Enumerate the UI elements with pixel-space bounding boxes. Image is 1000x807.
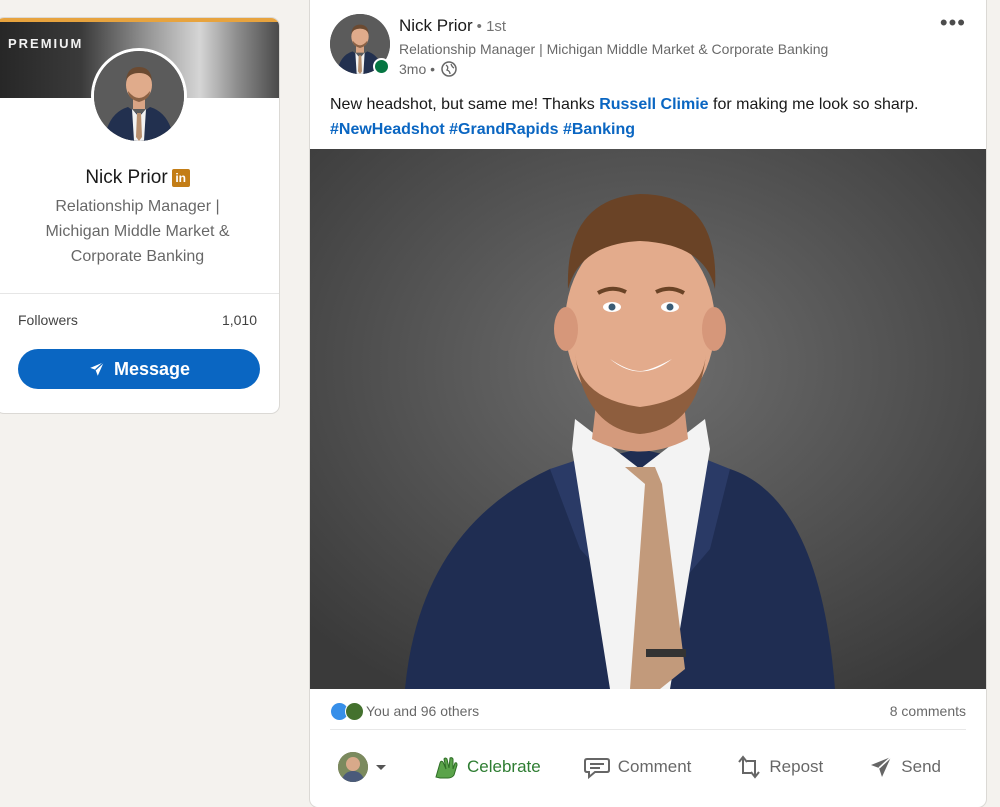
profile-name[interactable]: Nick Prior [85, 167, 167, 188]
mention-link[interactable]: Russell Climie [599, 96, 708, 113]
reaction-icons[interactable] [330, 701, 364, 721]
send-button[interactable]: Send [868, 755, 941, 779]
post-text-before: New headshot, but same me! Thanks [330, 96, 600, 113]
post-image[interactable] [310, 149, 986, 689]
actor-switcher[interactable] [338, 752, 390, 782]
online-status-indicator [373, 58, 390, 75]
comment-label: Comment [617, 757, 692, 776]
post-text: New headshot, but same me! Thanks Russel… [330, 92, 970, 142]
linkedin-premium-icon: in [171, 169, 190, 187]
divider [0, 293, 279, 294]
repost-icon [738, 755, 761, 779]
celebrate-button[interactable]: Celebrate [432, 755, 541, 779]
celebrate-icon [435, 757, 458, 779]
profile-headline: Relationship Manager | Michigan Middle M… [45, 198, 230, 265]
chevron-down-icon [376, 765, 386, 770]
post-text-after: for making me look so sharp. [708, 96, 919, 113]
connection-degree: • 1st [476, 18, 507, 35]
hashtag-link[interactable]: #NewHeadshot [330, 121, 445, 138]
message-button-label: Message [113, 358, 191, 379]
premium-label: PREMIUM [8, 36, 84, 51]
followers-label: Followers [18, 312, 78, 328]
send-icon [871, 756, 892, 777]
reactions-row: You and 96 others 8 comments [330, 700, 966, 722]
message-button[interactable]: Message [18, 349, 260, 389]
more-options-icon[interactable]: ••• [940, 12, 966, 34]
actor-avatar [338, 752, 368, 782]
repost-button[interactable]: Repost [736, 754, 823, 780]
comment-button[interactable]: Comment [583, 755, 692, 779]
celebrate-reaction-icon [345, 701, 364, 721]
social-actions-bar: Celebrate Comment Repost Send [330, 742, 966, 792]
send-icon [90, 361, 105, 376]
hashtag-link[interactable]: #GrandRapids [449, 121, 558, 138]
profile-avatar[interactable] [91, 48, 187, 144]
repost-label: Repost [769, 757, 824, 776]
profile-name-row: Nick Prior in [0, 167, 279, 189]
comments-count[interactable]: 8 comments [890, 703, 966, 719]
post-card: Nick Prior • 1st Relationship Manager | M… [310, 0, 986, 807]
post-time-text: 3mo • [399, 61, 436, 77]
post-author-row: Nick Prior • 1st [399, 16, 506, 36]
divider [330, 729, 966, 730]
globe-icon [441, 61, 457, 77]
hashtag-link[interactable]: #Banking [563, 121, 635, 138]
celebrate-label: Celebrate [467, 757, 541, 776]
followers-count: 1,010 [221, 312, 257, 328]
profile-card: PREMIUM Nick Prior in Relationship Manage… [0, 18, 279, 413]
send-label: Send [901, 757, 941, 776]
reactions-count[interactable]: You and 96 others [366, 703, 479, 719]
post-author-name[interactable]: Nick Prior [399, 16, 473, 35]
post-author-headline: Relationship Manager | Michigan Middle M… [399, 41, 829, 57]
post-timestamp: 3mo • [399, 61, 457, 77]
comment-icon [583, 758, 610, 779]
